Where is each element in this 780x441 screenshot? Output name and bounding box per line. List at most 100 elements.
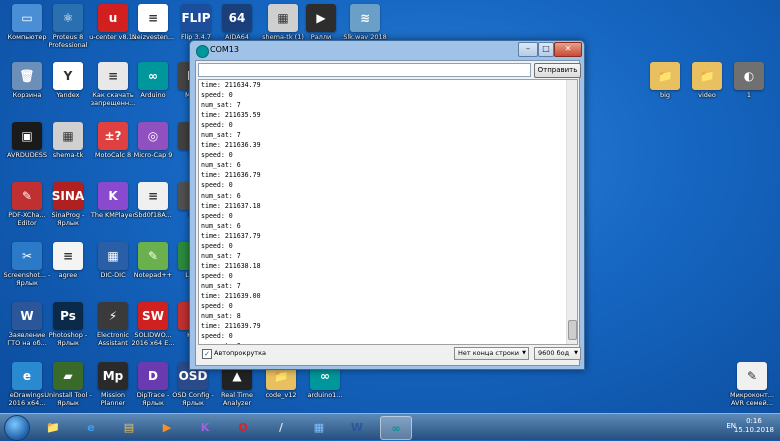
chevron-down-icon: ▼ (574, 350, 578, 356)
app-icon: ≡ (138, 4, 168, 32)
app-icon: ▶ (306, 4, 336, 32)
desktop-icon[interactable]: ≋ Slk.wav 2018 (340, 4, 390, 42)
desktop-icon[interactable]: SINA SinaProg - Ярлык (43, 182, 93, 227)
desktop-icon[interactable]: Y Yandex (43, 62, 93, 100)
desktop-icon-label: arduino1... (307, 392, 343, 399)
image-task[interactable]: ▦ (304, 416, 334, 438)
taskbar: 📁 e ▤ ▶ K O / ▦ W ∞ EN 0:16 15.10.2018 (0, 413, 780, 441)
output-line: num_sat: 8 (201, 312, 241, 321)
serial-monitor-window[interactable]: COM13 – □ ✕ Отправить time: 211634.79 spe… (189, 40, 585, 370)
serial-output[interactable]: time: 211634.79 speed: 0 num_sat: 7 time: 2… (198, 79, 578, 345)
desktop-icon-label: Proteus 8 Professional (48, 34, 88, 49)
app-icon: ⚛ (53, 4, 83, 32)
explorer-task[interactable]: 📁 (38, 416, 68, 438)
desktop-icon[interactable]: Ps Photoshop - Ярлык (43, 302, 93, 347)
output-line: time: 211637.79 (201, 231, 261, 240)
ie-task[interactable]: e (76, 416, 106, 438)
output-lines: time: 211634.79 speed: 0 num_sat: 7 time: 2… (201, 80, 261, 344)
app-icon: ◎ (138, 122, 168, 150)
app-icon: ≡ (138, 182, 168, 210)
app-icon: Y (53, 62, 83, 90)
clock[interactable]: 0:16 15.10.2018 (734, 417, 774, 435)
desktop-icon-label: Real Time Analyzer (221, 392, 253, 407)
clock-time: 0:16 (746, 417, 762, 425)
app-icon: W (12, 302, 42, 330)
output-line: num_sat: 7 (201, 251, 241, 260)
output-line: speed: 0 (201, 121, 233, 130)
vertical-scrollbar[interactable] (566, 80, 577, 344)
output-line: time: 211638.18 (201, 261, 261, 270)
start-button[interactable] (4, 415, 30, 441)
app-icon: ✎ (737, 362, 767, 390)
output-line: speed: 0 (201, 332, 233, 341)
app-icon: ◐ (734, 62, 764, 90)
opera-task[interactable]: O (228, 416, 258, 438)
desktop-icon[interactable]: ▰ Uninstall Tool - Ярлык (43, 362, 93, 407)
output-line: num_sat: 6 (201, 221, 241, 230)
app-icon: u (98, 4, 128, 32)
app-icon: 📁 (650, 62, 680, 90)
scrollbar-thumb[interactable] (568, 320, 577, 340)
maximize-button[interactable]: □ (538, 42, 554, 57)
app-icon: ≡ (53, 242, 83, 270)
baud-rate-select[interactable]: 9600 бод ▼ (534, 347, 581, 360)
command-input[interactable] (198, 63, 531, 77)
app-icon: D (138, 362, 168, 390)
output-line: speed: 0 (201, 211, 233, 220)
output-line: time: 211639.79 (201, 322, 261, 331)
output-line: speed: 0 (201, 181, 233, 190)
arduino-task[interactable]: ∞ (380, 416, 412, 440)
title-bar[interactable]: COM13 – □ ✕ (190, 41, 584, 59)
desktop-icon[interactable]: ▶ Ралли (296, 4, 346, 42)
app-icon: ✎ (138, 242, 168, 270)
window-content: Отправить time: 211634.79 speed: 0 num_sat… (195, 60, 581, 366)
output-line: time: 211639.00 (201, 291, 261, 300)
output-line: num_sat: 7 (201, 281, 241, 290)
app-icon: ▦ (268, 4, 298, 32)
line-ending-value: Нет конца строки (458, 349, 519, 357)
autoscroll-checkbox[interactable]: ✓ (202, 349, 212, 359)
minimize-button[interactable]: – (518, 42, 538, 57)
app-icon: Ps (53, 302, 83, 330)
app-icon: e (12, 362, 42, 390)
app-icon: ⚡ (98, 302, 128, 330)
desktop-icon[interactable]: ⚛ Proteus 8 Professional (43, 4, 93, 49)
app-icon: ✂ (12, 242, 42, 270)
output-line: speed: 0 (201, 302, 233, 311)
kmplayer-task[interactable]: K (190, 416, 220, 438)
desktop-icon-label: code_v12 (265, 392, 297, 399)
output-line: speed: 0 (201, 151, 233, 160)
desktop-icon[interactable]: ◐ 1 (724, 62, 774, 100)
chevron-down-icon: ▼ (522, 350, 526, 356)
arduino-icon (196, 45, 209, 58)
desktop-icon-label: Микроконт... AVR семей... (730, 392, 774, 407)
close-button[interactable]: ✕ (554, 42, 582, 57)
desktop-icon[interactable]: 64 AIDA64 (212, 4, 262, 42)
output-line: time: 211636.39 (201, 141, 261, 150)
app-icon: ∞ (138, 62, 168, 90)
output-line: time: 211635.59 (201, 111, 261, 120)
app-icon: ▦ (98, 242, 128, 270)
output-line: speed: 0 (201, 241, 233, 250)
word-task[interactable]: W (342, 416, 372, 438)
send-button[interactable]: Отправить (534, 63, 581, 78)
desktop-icon-label: OSD Config - Ярлык (172, 392, 214, 407)
app-icon: SINA (52, 182, 84, 210)
desktop-icon[interactable]: ✎ Микроконт... AVR семей... (727, 362, 777, 407)
desktop-icon[interactable]: ≡ agree (43, 242, 93, 280)
solder-task[interactable]: / (266, 416, 296, 438)
desktop-icon[interactable]: ▦ shema-tk (43, 122, 93, 160)
app-icon: Mp (98, 362, 128, 390)
media-task[interactable]: ▶ (152, 416, 182, 438)
options-row: ✓ Автопрокрутка Нет конца строки ▼ 9600 … (198, 347, 581, 361)
line-ending-select[interactable]: Нет конца строки ▼ (454, 347, 529, 360)
baud-rate-value: 9600 бод (538, 349, 570, 357)
output-line: time: 211637.18 (201, 201, 261, 210)
output-line: speed: 0 (201, 271, 233, 280)
desktop-icon-label: SinaProg - Ярлык (51, 212, 85, 227)
folder-task[interactable]: ▤ (114, 416, 144, 438)
app-icon: ▣ (12, 122, 42, 150)
output-line: num_sat: 6 (201, 191, 241, 200)
output-line: time: 211634.79 (201, 81, 261, 89)
app-icon: ▰ (53, 362, 83, 390)
